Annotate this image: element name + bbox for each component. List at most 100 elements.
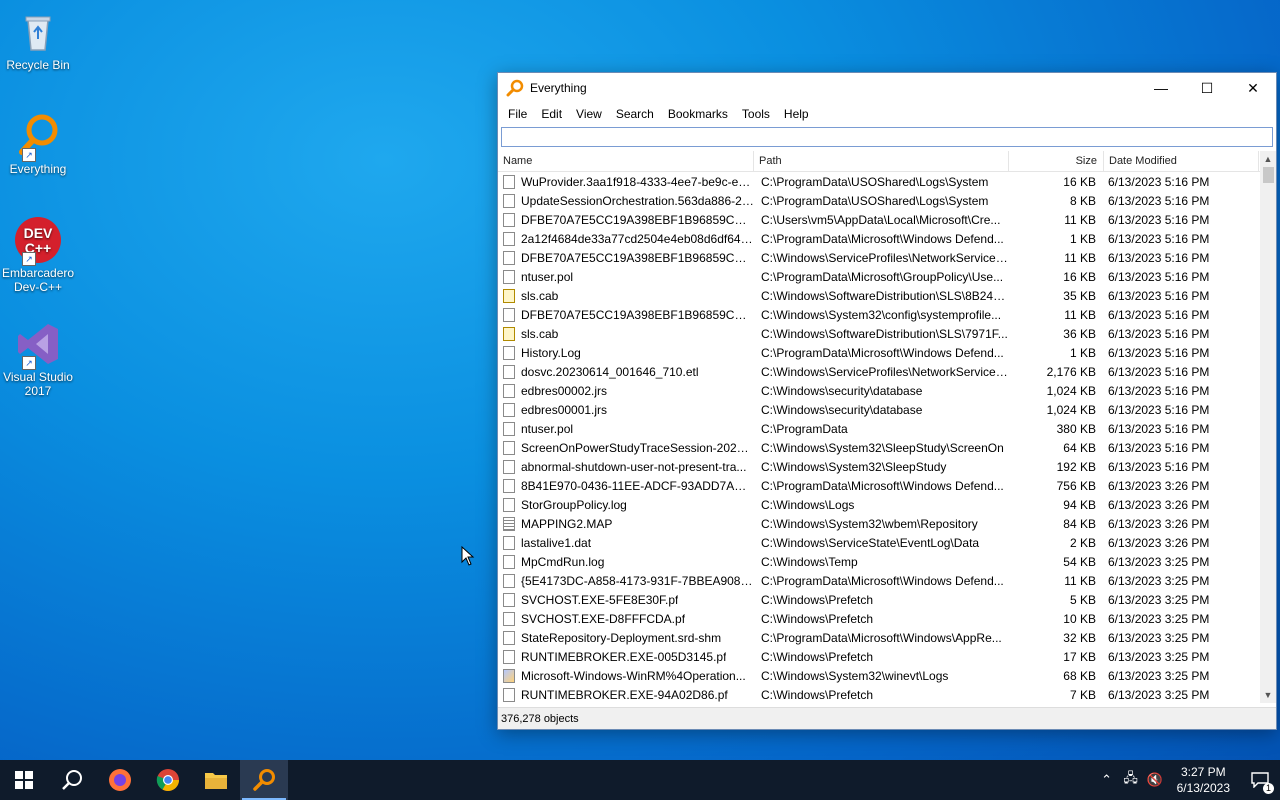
cell-name: RUNTIMEBROKER.EXE-94A02D86.pf xyxy=(498,687,754,702)
table-row[interactable]: WuProvider.3aa1f918-4333-4ee7-be9c-e5a..… xyxy=(498,172,1260,191)
start-button[interactable] xyxy=(0,760,48,800)
desktop-icon-visual-studio[interactable]: ↗ Visual Studio 2017 xyxy=(2,320,74,398)
table-row[interactable]: lastalive1.dat C:\Windows\ServiceState\Ev… xyxy=(498,533,1260,552)
search-icon xyxy=(62,770,82,790)
file-date-modified: 6/13/2023 3:26 PM xyxy=(1108,478,1210,493)
file-name: SVCHOST.EXE-D8FFFCDA.pf xyxy=(521,611,686,626)
file-date-modified: 6/13/2023 3:25 PM xyxy=(1108,554,1210,569)
file-path: C:\Windows\System32\SleepStudy\ScreenOn xyxy=(761,440,1004,455)
menu-search[interactable]: Search xyxy=(609,107,661,121)
column-header-date-modified[interactable]: Date Modified xyxy=(1104,151,1259,171)
table-row[interactable]: History.Log C:\ProgramData\Microsoft\Wind… xyxy=(498,343,1260,362)
file-path: C:\ProgramData\USOShared\Logs\System xyxy=(761,193,989,208)
cell-name: 2a12f4684de33a77cd2504e4eb08d6df649b... xyxy=(498,231,754,246)
table-row[interactable]: StateRepository-Deployment.srd-shm C:\Pro… xyxy=(498,628,1260,647)
taskbar-file-explorer[interactable] xyxy=(192,760,240,800)
file-date-modified: 6/13/2023 5:16 PM xyxy=(1108,250,1210,265)
window-titlebar[interactable]: Everything — ☐ ✕ xyxy=(498,73,1276,103)
table-row[interactable]: DFBE70A7E5CC19A398EBF1B96859CE5D C:\Windo… xyxy=(498,248,1260,267)
table-row[interactable]: sls.cab C:\Windows\SoftwareDistribution\S… xyxy=(498,286,1260,305)
file-size: 10 KB xyxy=(1063,611,1096,626)
menu-file[interactable]: File xyxy=(501,107,534,121)
menu-tools[interactable]: Tools xyxy=(735,107,777,121)
file-date-modified: 6/13/2023 3:25 PM xyxy=(1108,573,1210,588)
file-size: 68 KB xyxy=(1063,668,1096,683)
file-name: WuProvider.3aa1f918-4333-4ee7-be9c-e5a..… xyxy=(521,174,754,189)
table-row[interactable]: ScreenOnPowerStudyTraceSession-2023-0...… xyxy=(498,438,1260,457)
taskbar-search-button[interactable] xyxy=(48,760,96,800)
table-row[interactable]: SVCHOST.EXE-5FE8E30F.pf C:\Windows\Prefet… xyxy=(498,590,1260,609)
file-date-modified: 6/13/2023 5:16 PM xyxy=(1108,326,1210,341)
scroll-up-icon[interactable]: ▲ xyxy=(1260,151,1276,167)
table-row[interactable]: MAPPING2.MAP C:\Windows\System32\wbem\Rep… xyxy=(498,514,1260,533)
file-size: 32 KB xyxy=(1063,630,1096,645)
table-row[interactable]: StorGroupPolicy.log C:\Windows\Logs 94 KB 6… xyxy=(498,495,1260,514)
network-icon[interactable]: 🖧 xyxy=(1119,769,1143,791)
table-row[interactable]: ntuser.pol C:\ProgramData\Microsoft\Group… xyxy=(498,267,1260,286)
file-name: ntuser.pol xyxy=(521,421,574,436)
taskbar-everything[interactable] xyxy=(240,760,288,800)
table-row[interactable]: Microsoft-Windows-WinRM%4Operation... C:\… xyxy=(498,666,1260,685)
file-date-modified: 6/13/2023 5:16 PM xyxy=(1108,364,1210,379)
table-row[interactable]: sls.cab C:\Windows\SoftwareDistribution\S… xyxy=(498,324,1260,343)
file-name: abnormal-shutdown-user-not-present-tra..… xyxy=(521,459,747,474)
file-path: C:\Windows\SoftwareDistribution\SLS\7971… xyxy=(761,326,1008,341)
minimize-button[interactable]: — xyxy=(1138,73,1184,103)
table-row[interactable]: RUNTIMEBROKER.EXE-005D3145.pf C:\Windows\… xyxy=(498,647,1260,666)
file-path: C:\ProgramData\Microsoft\Windows Defend.… xyxy=(761,478,1004,493)
file-icon xyxy=(503,573,515,588)
column-header-name[interactable]: Name xyxy=(498,151,754,171)
scroll-thumb[interactable] xyxy=(1263,167,1274,183)
table-row[interactable]: edbres00001.jrs C:\Windows\security\datab… xyxy=(498,400,1260,419)
desktop-icon-devcpp[interactable]: DEV C++ ↗ Embarcadero Dev-C++ xyxy=(2,216,74,294)
file-size: 16 KB xyxy=(1063,269,1096,284)
notification-center-button[interactable]: 1 xyxy=(1240,760,1280,800)
recycle-bin-icon xyxy=(14,8,62,56)
firefox-icon xyxy=(109,769,131,791)
file-size: 7 KB xyxy=(1069,687,1096,702)
table-row[interactable]: ntuser.pol C:\ProgramData 380 KB 6/13/2023 … xyxy=(498,419,1260,438)
file-size: 35 KB xyxy=(1063,288,1096,303)
column-header-path[interactable]: Path xyxy=(754,151,1009,171)
notification-count-badge: 1 xyxy=(1263,783,1274,794)
table-row[interactable]: DFBE70A7E5CC19A398EBF1B96859CE5D C:\Users… xyxy=(498,210,1260,229)
event-log-file-icon xyxy=(503,668,515,683)
file-name: DFBE70A7E5CC19A398EBF1B96859CE5D xyxy=(521,307,754,322)
column-header-size[interactable]: Size xyxy=(1009,151,1104,171)
menu-edit[interactable]: Edit xyxy=(534,107,569,121)
volume-muted-icon[interactable]: 🔇 xyxy=(1143,772,1167,788)
file-name: History.Log xyxy=(521,345,581,360)
search-input[interactable] xyxy=(501,127,1273,147)
taskbar-firefox[interactable] xyxy=(96,760,144,800)
table-row[interactable]: UpdateSessionOrchestration.563da886-21..… xyxy=(498,191,1260,210)
scroll-down-icon[interactable]: ▼ xyxy=(1260,687,1276,703)
clock[interactable]: 3:27 PM 6/13/2023 xyxy=(1167,764,1240,796)
chevron-up-icon[interactable]: ⌃ xyxy=(1095,772,1119,788)
taskbar-chrome[interactable] xyxy=(144,760,192,800)
vertical-scrollbar[interactable]: ▲ ▼ xyxy=(1260,151,1276,703)
close-button[interactable]: ✕ xyxy=(1230,73,1276,103)
table-row[interactable]: SVCHOST.EXE-D8FFFCDA.pf C:\Windows\Prefet… xyxy=(498,609,1260,628)
table-row[interactable]: 2a12f4684de33a77cd2504e4eb08d6df649b... C… xyxy=(498,229,1260,248)
table-row[interactable]: 8B41E970-0436-11EE-ADCF-93ADD7AD677... C:… xyxy=(498,476,1260,495)
maximize-button[interactable]: ☐ xyxy=(1184,73,1230,103)
file-name: 8B41E970-0436-11EE-ADCF-93ADD7AD677... xyxy=(521,478,754,493)
desktop-icon-everything[interactable]: ↗ Everything xyxy=(2,112,74,176)
table-row[interactable]: dosvc.20230614_001646_710.etl C:\Windows\… xyxy=(498,362,1260,381)
file-icon xyxy=(503,250,515,265)
desktop-icon-label: Embarcadero Dev-C++ xyxy=(2,266,75,294)
desktop-icon-recycle-bin[interactable]: Recycle Bin xyxy=(2,8,74,72)
menu-help[interactable]: Help xyxy=(777,107,816,121)
file-path: C:\Windows\Prefetch xyxy=(761,649,874,664)
table-row[interactable]: edbres00002.jrs C:\Windows\security\datab… xyxy=(498,381,1260,400)
table-row[interactable]: DFBE70A7E5CC19A398EBF1B96859CE5D C:\Windo… xyxy=(498,305,1260,324)
window-title: Everything xyxy=(530,81,587,95)
menu-bookmarks[interactable]: Bookmarks xyxy=(661,107,735,121)
table-row[interactable]: abnormal-shutdown-user-not-present-tra..… xyxy=(498,457,1260,476)
menu-view[interactable]: View xyxy=(569,107,609,121)
file-name: edbres00002.jrs xyxy=(521,383,608,398)
table-row[interactable]: {5E4173DC-A858-4173-931F-7BBEA908BF4... C… xyxy=(498,571,1260,590)
file-size: 5 KB xyxy=(1069,592,1096,607)
table-row[interactable]: RUNTIMEBROKER.EXE-94A02D86.pf C:\Windows\… xyxy=(498,685,1260,703)
table-row[interactable]: MpCmdRun.log C:\Windows\Temp 54 KB 6/13/202… xyxy=(498,552,1260,571)
